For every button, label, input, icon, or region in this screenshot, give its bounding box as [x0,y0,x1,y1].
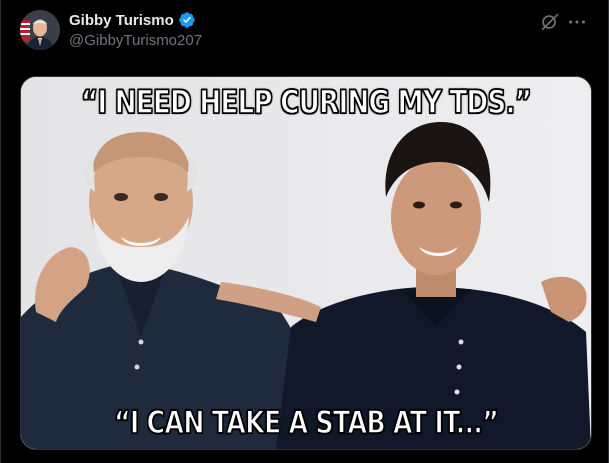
grok-icon[interactable] [539,11,561,33]
avatar-image [20,10,60,50]
more-options-icon[interactable] [566,11,588,33]
meme-top-caption: “I NEED HELP CURING MY TDS.” [80,82,532,122]
meme-bottom-caption: “I CAN TAKE A STAB AT IT...” [113,404,499,442]
author-handle[interactable]: @GibbyTurismo207 [69,32,202,49]
avatar[interactable] [20,10,60,50]
verified-badge-icon[interactable] [178,11,196,29]
post-header: Gibby Turismo @GibbyTurismo207 [1,0,609,64]
author-name-row[interactable]: Gibby Turismo [69,11,196,29]
author-name[interactable]: Gibby Turismo [69,12,174,29]
post: Gibby Turismo @GibbyTurismo207 “I NEED H… [0,0,609,463]
meme-photo [21,77,591,449]
post-image[interactable]: “I NEED HELP CURING MY TDS.” “I CAN TAKE… [20,76,592,450]
